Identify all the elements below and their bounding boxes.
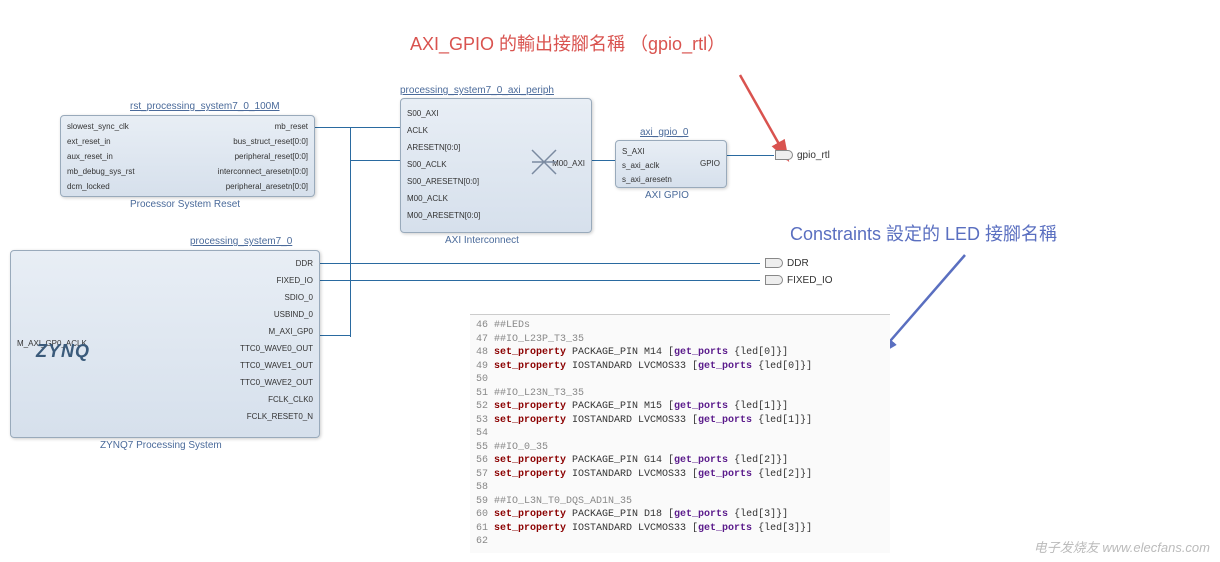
gpio-block[interactable]: S_AXI s_axi_aclk s_axi_aresetn GPIO [615,140,727,188]
port: ARESETN[0:0] [407,143,460,152]
code-line: 51##IO_L23N_T3_35 [470,387,890,401]
port: dcm_locked [67,182,110,191]
code-line: 55##IO_0_35 [470,441,890,455]
code-line: 49set_property IOSTANDARD LVCMOS33 [get_… [470,360,890,374]
code-line: 54 [470,427,890,441]
port: slowest_sync_clk [67,122,129,131]
port: S00_AXI [407,109,439,118]
interconnect-block-caption: AXI Interconnect [445,235,519,246]
port: USBIND_0 [274,310,313,319]
port: peripheral_reset[0:0] [235,152,308,161]
port: FIXED_IO [277,276,313,285]
constraints-code-panel: 46##LEDs47##IO_L23P_T3_3548set_property … [470,314,890,553]
code-line: 50 [470,373,890,387]
ext-port-gpio-rtl[interactable]: gpio_rtl [775,150,830,161]
zynq-block-caption: ZYNQ7 Processing System [100,440,222,451]
rst-block[interactable]: slowest_sync_clk ext_reset_in aux_reset_in… [60,115,315,197]
port: M00_ARESETN[0:0] [407,211,480,220]
zynq-block-title: processing_system7_0 [190,236,292,247]
rst-block-title: rst_processing_system7_0_100M [130,101,280,112]
port: s_axi_aresetn [622,175,672,184]
port: FCLK_RESET0_N [247,412,313,421]
code-line: 60set_property PACKAGE_PIN D18 [get_port… [470,508,890,522]
code-line: 61set_property IOSTANDARD LVCMOS33 [get_… [470,522,890,536]
code-line: 58 [470,481,890,495]
port: peripheral_aresetn[0:0] [226,182,308,191]
code-line: 56set_property PACKAGE_PIN G14 [get_port… [470,454,890,468]
code-line: 62 [470,535,890,549]
watermark: 电子发烧友 www.elecfans.com [1034,537,1210,556]
gpio-block-caption: AXI GPIO [645,190,689,201]
code-line: 52set_property PACKAGE_PIN M15 [get_port… [470,400,890,414]
port: mb_reset [275,122,308,131]
code-line: 57set_property IOSTANDARD LVCMOS33 [get_… [470,468,890,482]
port: S00_ACLK [407,160,447,169]
code-line: 59##IO_L3N_T0_DQS_AD1N_35 [470,495,890,509]
port: M_AXI_GP0 [269,327,313,336]
port: TTC0_WAVE0_OUT [240,344,313,353]
port: M00_ACLK [407,194,448,203]
ext-port-ddr[interactable]: DDR [765,258,809,269]
annotation-gpio-output: AXI_GPIO 的輸出接腳名稱 （gpio_rtl） [410,30,725,56]
port: ACLK [407,126,428,135]
interconnect-block[interactable]: S00_AXI ACLK ARESETN[0:0] S00_ACLK S00_ARESE… [400,98,592,233]
port: SDIO_0 [285,293,313,302]
gpio-port-gpio: GPIO [700,159,720,168]
code-line: 47##IO_L23P_T3_35 [470,333,890,347]
port: bus_struct_reset[0:0] [233,137,308,146]
ext-port-fixed-io-label: FIXED_IO [787,275,833,286]
port: DDR [296,259,313,268]
ext-port-gpio-rtl-label: gpio_rtl [797,150,830,161]
port: mb_debug_sys_rst [67,167,135,176]
port: TTC0_WAVE2_OUT [240,378,313,387]
port: S00_ARESETN[0:0] [407,177,479,186]
ext-port-fixed-io[interactable]: FIXED_IO [765,275,833,286]
port: interconnect_aresetn[0:0] [218,167,308,176]
port: S_AXI [622,147,645,156]
interconnect-block-title: processing_system7_0_axi_periph [400,85,554,96]
port: FCLK_CLK0 [268,395,313,404]
rst-block-caption: Processor System Reset [130,199,240,210]
interconnect-crossbar-icon [529,147,559,177]
port: aux_reset_in [67,152,113,161]
code-line: 46##LEDs [470,319,890,333]
zynq-logo: ZYNQ [36,341,90,362]
port: s_axi_aclk [622,161,659,170]
gpio-block-title: axi_gpio_0 [640,127,688,138]
port: ext_reset_in [67,137,111,146]
port: TTC0_WAVE1_OUT [240,361,313,370]
code-line: 48set_property PACKAGE_PIN M14 [get_port… [470,346,890,360]
ext-port-ddr-label: DDR [787,258,809,269]
code-line: 53set_property IOSTANDARD LVCMOS33 [get_… [470,414,890,428]
zynq-block[interactable]: M_AXI_GP0_ACLK DDRFIXED_IOSDIO_0USBIND_0… [10,250,320,438]
